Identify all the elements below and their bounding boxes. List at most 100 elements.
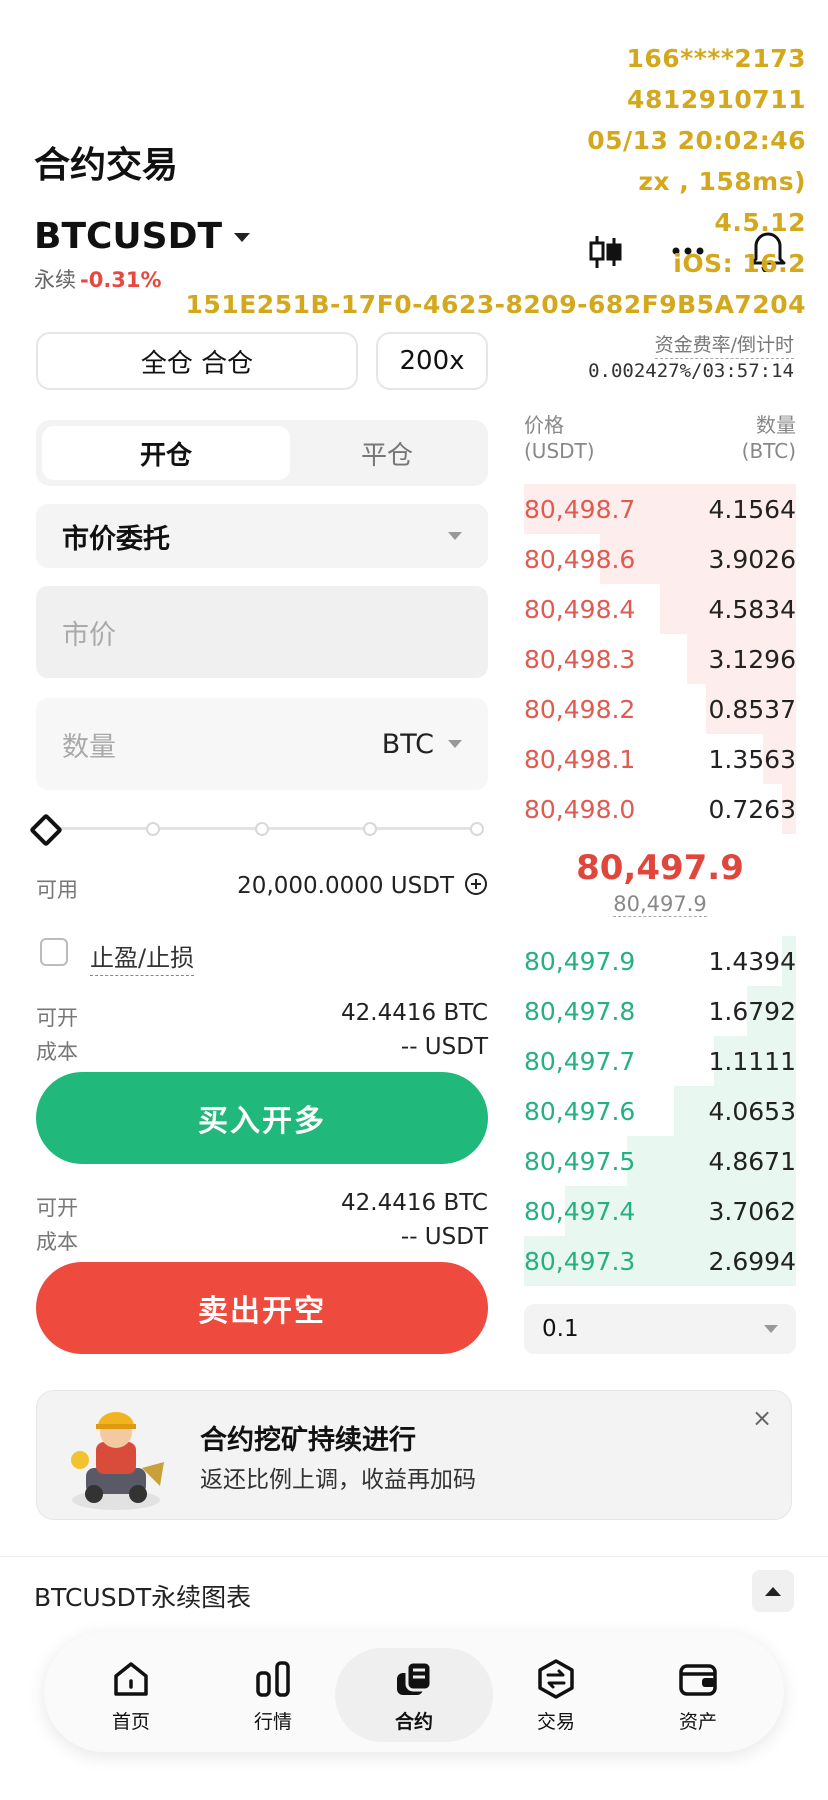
available-label: 可用 <box>36 878 78 902</box>
ask-price: 80,498.7 <box>524 494 636 524</box>
slider-step-75[interactable] <box>363 822 377 836</box>
pair-dropdown-caret-icon <box>234 233 251 242</box>
buy-cost-value: -- USDT <box>400 1034 488 1060</box>
home-icon <box>114 1661 148 1696</box>
nav-home[interactable]: 首页 <box>71 1648 191 1742</box>
add-funds-icon[interactable] <box>464 872 488 900</box>
last-price: 80,497.9 <box>576 848 744 888</box>
qty-header-unit: (BTC) <box>741 439 796 463</box>
ask-qty: 4.1564 <box>708 494 796 524</box>
nav-assets-label: 资产 <box>678 1710 717 1733</box>
price-header-label: 价格 <box>524 413 564 437</box>
candlestick-icon[interactable] <box>586 232 626 276</box>
slider-handle[interactable] <box>29 813 63 847</box>
nav-home-label: 首页 <box>111 1710 150 1733</box>
chevron-up-icon <box>765 1586 781 1596</box>
bid-row[interactable]: 80,497.3 2.6994 <box>524 1236 796 1286</box>
watermark-version: 4.5.12 <box>714 208 806 237</box>
ask-qty: 3.1296 <box>708 644 796 674</box>
exchange-icon <box>538 1658 574 1699</box>
bid-qty: 1.4394 <box>708 946 796 976</box>
page-title: 合约交易 <box>34 145 179 186</box>
bid-qty: 2.6994 <box>708 1246 796 1276</box>
bid-row[interactable]: 80,497.9 1.4394 <box>524 936 796 986</box>
ask-qty: 0.8537 <box>708 694 796 724</box>
close-icon[interactable]: × <box>752 1404 772 1432</box>
tab-close[interactable]: 平仓 <box>292 426 482 480</box>
sell-cost-value: -- USDT <box>400 1224 488 1250</box>
orderbook-price-header: 价格 (USDT) <box>524 412 595 464</box>
sell-open-value: 42.4416 BTC <box>341 1190 488 1216</box>
watermark-latency: zx , 158ms) <box>638 167 806 196</box>
tab-open[interactable]: 开仓 <box>42 426 290 480</box>
order-type-select[interactable]: 市价委托 <box>36 504 488 568</box>
ask-row[interactable]: 80,498.0 0.7263 <box>524 784 796 834</box>
watermark-phone: 166****2173 <box>626 44 806 73</box>
wallet-icon <box>679 1663 717 1696</box>
ask-row[interactable]: 80,498.3 3.1296 <box>524 634 796 684</box>
buy-long-button[interactable]: 买入开多 <box>36 1072 488 1164</box>
pair-sub-info: 永续 -0.31% <box>34 264 162 294</box>
bid-price: 80,497.8 <box>524 996 636 1026</box>
chart-expand-button[interactable] <box>752 1570 794 1612</box>
banner-title: 合约挖矿持续进行 <box>200 1425 416 1456</box>
price-input[interactable]: 市价 <box>36 586 488 678</box>
watermark-os: iOS: 16.2 <box>673 249 806 278</box>
ask-qty: 0.7263 <box>708 794 796 824</box>
funding-rate-label[interactable]: 资金费率/倒计时 <box>654 330 794 359</box>
bid-row[interactable]: 80,497.7 1.1111 <box>524 1036 796 1086</box>
contract-type: 永续 <box>34 268 76 292</box>
nav-markets[interactable]: 行情 <box>213 1648 333 1742</box>
bid-row[interactable]: 80,497.6 4.0653 <box>524 1086 796 1136</box>
bid-row[interactable]: 80,497.4 3.7062 <box>524 1186 796 1236</box>
depth-step-select[interactable]: 0.1 <box>524 1304 796 1354</box>
bid-qty: 1.6792 <box>708 996 796 1026</box>
bid-qty: 4.8671 <box>708 1146 796 1176</box>
ask-qty: 3.9026 <box>708 544 796 574</box>
ask-row[interactable]: 80,498.4 4.5834 <box>524 584 796 634</box>
sell-cost-label: 成本 <box>36 1230 78 1254</box>
mark-price: 80,497.9 <box>524 892 796 917</box>
margin-mode-button[interactable]: 全仓 合仓 <box>36 332 358 390</box>
mascot-illustration <box>56 1398 176 1518</box>
bid-qty: 1.1111 <box>708 1046 796 1076</box>
ask-row[interactable]: 80,498.7 4.1564 <box>524 484 796 534</box>
orderbook-qty-header: 数量 (BTC) <box>742 412 796 464</box>
buy-open-label: 可开 <box>36 1006 78 1030</box>
bid-price: 80,497.6 <box>524 1096 636 1126</box>
pair-name: BTCUSDT <box>34 216 223 257</box>
quantity-unit-select[interactable]: BTC <box>382 729 462 760</box>
price-header-unit: (USDT) <box>524 439 595 463</box>
mark-price-value: 80,497.9 <box>613 892 707 917</box>
pair-selector[interactable]: BTCUSDT <box>34 216 251 257</box>
quantity-input[interactable]: 数量 BTC <box>36 698 488 790</box>
available-value: 20,000.0000 USDT <box>237 873 454 899</box>
nav-trade[interactable]: 交易 <box>496 1648 616 1742</box>
ask-row[interactable]: 80,498.2 0.8537 <box>524 684 796 734</box>
qty-header-label: 数量 <box>756 413 796 437</box>
nav-futures[interactable]: 合约 <box>335 1648 493 1742</box>
slider-step-50[interactable] <box>255 822 269 836</box>
bid-row[interactable]: 80,497.8 1.6792 <box>524 986 796 1036</box>
price-change: -0.31% <box>80 268 162 292</box>
nav-assets[interactable]: 资产 <box>638 1648 758 1742</box>
ask-price: 80,498.1 <box>524 744 636 774</box>
nav-futures-label: 合约 <box>394 1710 433 1733</box>
bid-price: 80,497.9 <box>524 946 636 976</box>
watermark-uuid: 151E251B-17F0-4623-8209-682F9B5A7204 <box>185 290 806 319</box>
watermark-datetime: 05/13 20:02:46 <box>587 126 806 155</box>
banner-subtitle: 返还比例上调，收益再加码 <box>200 1467 476 1493</box>
bid-row[interactable]: 80,497.5 4.8671 <box>524 1136 796 1186</box>
bid-qty: 3.7062 <box>708 1196 796 1226</box>
sell-short-button[interactable]: 卖出开空 <box>36 1262 488 1354</box>
order-type-value: 市价委托 <box>62 523 170 555</box>
leverage-button[interactable]: 200x <box>376 332 488 390</box>
ask-row[interactable]: 80,498.6 3.9026 <box>524 534 796 584</box>
futures-icon <box>397 1660 433 1695</box>
slider-step-100[interactable] <box>470 822 484 836</box>
tpsl-checkbox[interactable] <box>40 938 68 966</box>
ask-row[interactable]: 80,498.1 1.3563 <box>524 734 796 784</box>
nav-trade-label: 交易 <box>536 1710 575 1733</box>
tpsl-label[interactable]: 止盈/止损 <box>90 938 195 976</box>
slider-step-25[interactable] <box>146 822 160 836</box>
